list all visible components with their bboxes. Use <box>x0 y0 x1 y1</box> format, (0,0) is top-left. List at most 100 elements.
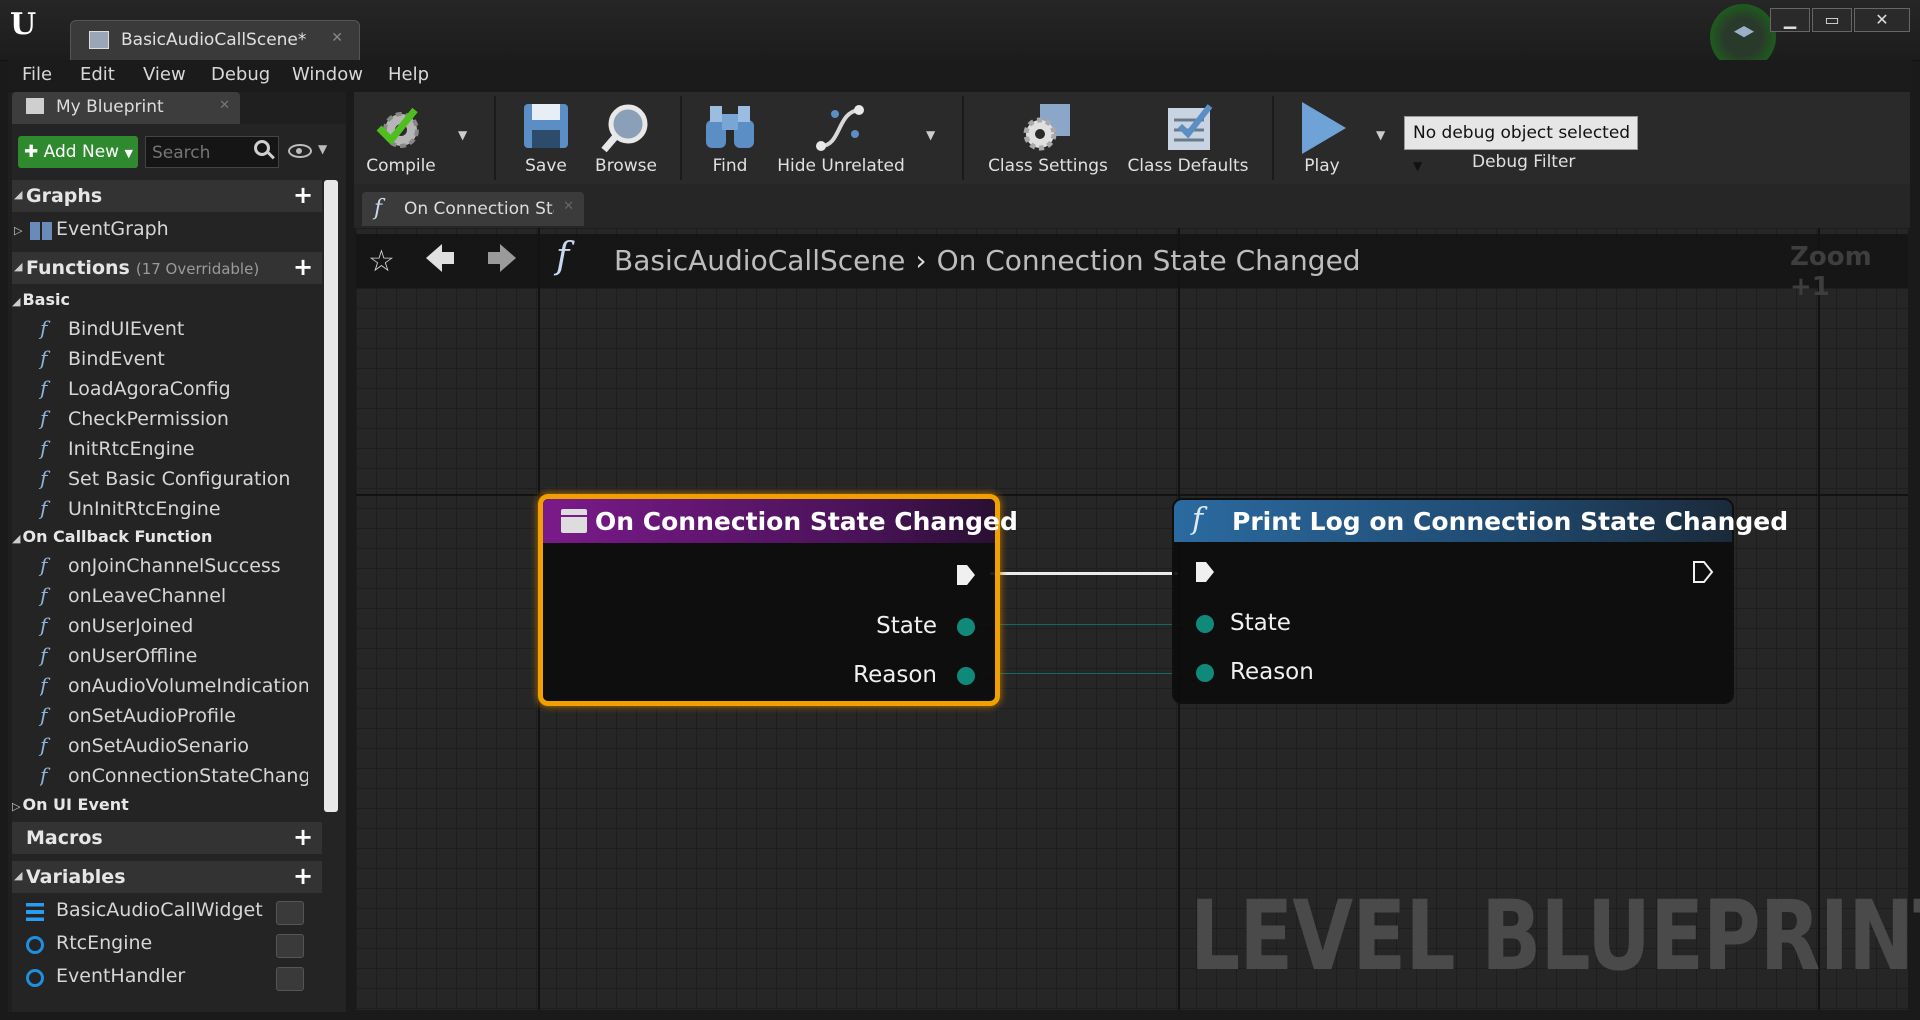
browse-button[interactable]: Browse <box>586 92 666 184</box>
debug-object-select[interactable]: No debug object selected ▼ <box>1404 116 1638 173</box>
function-item-label: onConnectionStateChange <box>68 765 308 787</box>
class-defaults-button[interactable]: Class Defaults <box>1122 92 1254 184</box>
function-item[interactable]: f BindEvent <box>40 346 165 374</box>
panel-scrollbar[interactable] <box>324 180 338 812</box>
expand-icon[interactable]: ▷ <box>14 224 22 237</box>
function-item[interactable]: f onSetAudioSenario <box>40 733 249 761</box>
tree-item-eventgraph[interactable]: ▷ EventGraph <box>12 218 302 246</box>
menu-debug[interactable]: Debug <box>211 64 270 85</box>
object-variable-icon <box>26 936 44 954</box>
reason-wire[interactable] <box>980 673 1180 674</box>
function-item[interactable]: f BindUIEvent <box>40 316 184 344</box>
exec-out-pin-icon[interactable] <box>955 563 977 587</box>
hide-unrelated-dropdown[interactable]: ▼ <box>926 128 935 142</box>
function-item[interactable]: f LoadAgoraConfig <box>40 376 231 404</box>
add-new-button[interactable]: ✚ Add New ▼ <box>18 136 138 168</box>
back-arrow-icon[interactable] <box>424 240 456 276</box>
menu-help[interactable]: Help <box>388 64 429 85</box>
eye-icon[interactable] <box>288 144 312 158</box>
forward-arrow-icon[interactable] <box>486 240 518 276</box>
add-graph-button[interactable]: + <box>290 183 316 208</box>
state-output-pin[interactable] <box>957 618 975 636</box>
visibility-toggle[interactable] <box>276 934 304 958</box>
function-item[interactable]: f InitRtcEngine <box>40 436 195 464</box>
save-button[interactable]: Save <box>506 92 586 184</box>
document-tab[interactable]: BasicAudioCallScene* ✕ <box>70 20 360 60</box>
function-item[interactable]: f onJoinChannelSuccess <box>40 553 281 581</box>
function-item[interactable]: f onConnectionStateChange <box>40 763 308 791</box>
function-item[interactable]: f onUserOffline <box>40 643 197 671</box>
function-item[interactable]: f Set Basic Configuration <box>40 466 290 494</box>
exec-out-pin-icon[interactable] <box>1692 560 1714 584</box>
class-settings-button[interactable]: Class Settings <box>980 92 1116 184</box>
pin-label-reason: Reason <box>853 662 937 688</box>
compile-button[interactable]: Compile <box>356 92 446 184</box>
macros-section-header[interactable]: Macros + <box>12 822 322 854</box>
visibility-toggle[interactable] <box>276 901 304 925</box>
play-options-dropdown[interactable]: ▼ <box>1376 128 1385 142</box>
function-item[interactable]: f onAudioVolumeIndicationC <box>40 673 308 701</box>
graph-tab[interactable]: f On Connection Stat ✕ <box>362 192 584 226</box>
collapse-icon[interactable]: ◢ <box>14 260 22 273</box>
collapse-icon[interactable]: ◢ <box>14 188 22 201</box>
exec-wire[interactable] <box>990 572 1178 575</box>
variable-item[interactable]: BasicAudioCallWidget <box>24 899 314 927</box>
close-tab-icon[interactable]: ✕ <box>563 199 574 214</box>
functions-section-header[interactable]: ◢ Functions (17 Overridable) + <box>12 252 322 284</box>
function-item-label: InitRtcEngine <box>68 438 195 460</box>
bookmark-star-icon[interactable]: ☆ <box>368 244 395 279</box>
my-blueprint-tab[interactable]: My Blueprint ✕ <box>12 92 240 124</box>
close-window-button[interactable]: ✕ <box>1854 8 1910 32</box>
event-node-on-connection-state-changed[interactable]: On Connection State Changed State Reason <box>538 494 1018 706</box>
function-item[interactable]: f CheckPermission <box>40 406 229 434</box>
function-item[interactable]: f onSetAudioProfile <box>40 703 236 731</box>
variables-section-header[interactable]: ◢ Variables + <box>12 861 322 893</box>
graphs-section-header[interactable]: ◢ Graphs + <box>12 180 322 212</box>
search-input[interactable] <box>150 140 254 166</box>
close-tab-icon[interactable]: ✕ <box>219 98 230 113</box>
exec-in-pin-icon[interactable] <box>1194 560 1216 584</box>
category-on-ui-event[interactable]: ▷ On UI Event <box>12 795 129 814</box>
hide-unrelated-button[interactable]: Hide Unrelated <box>776 92 906 184</box>
function-node-header[interactable]: f Print Log on Connection State Changed <box>1174 500 1788 542</box>
function-item[interactable]: f onLeaveChannel <box>40 583 226 611</box>
category-on-callback-function[interactable]: ◢ On Callback Function <box>12 527 212 546</box>
menu-file[interactable]: File <box>22 64 52 85</box>
state-wire[interactable] <box>980 624 1180 625</box>
search-icon[interactable] <box>254 140 270 156</box>
menu-view[interactable]: View <box>143 64 186 85</box>
variable-item[interactable]: EventHandler <box>24 965 314 993</box>
zoom-level: Zoom +1 <box>1790 242 1872 302</box>
add-variable-button[interactable]: + <box>290 864 316 889</box>
close-tab-icon[interactable]: ✕ <box>331 30 343 46</box>
collapse-icon[interactable]: ◢ <box>14 869 22 882</box>
compile-options-dropdown[interactable]: ▼ <box>458 128 467 142</box>
function-item-label: onJoinChannelSuccess <box>68 555 281 577</box>
event-node-header[interactable]: On Connection State Changed <box>543 499 1018 543</box>
breadcrumb-item[interactable]: BasicAudioCallScene <box>614 244 905 277</box>
state-input-pin[interactable] <box>1196 615 1214 633</box>
add-function-button[interactable]: + <box>290 255 316 280</box>
function-node-print-log[interactable]: f Print Log on Connection State Changed … <box>1172 498 1788 704</box>
breadcrumb-item[interactable]: On Connection State Changed <box>937 244 1361 277</box>
chevron-down-icon[interactable]: ▼ <box>318 142 327 156</box>
reason-output-pin[interactable] <box>957 667 975 685</box>
menu-edit[interactable]: Edit <box>80 64 115 85</box>
reason-input-pin[interactable] <box>1196 664 1214 682</box>
visibility-toggle[interactable] <box>276 967 304 991</box>
function-icon: f <box>40 316 48 340</box>
function-icon: f <box>40 763 48 787</box>
chevron-down-icon: ▼ <box>124 147 133 160</box>
event-graph-icon <box>30 222 52 240</box>
menu-window[interactable]: Window <box>292 64 363 85</box>
function-item[interactable]: f UnInitRtcEngine <box>40 496 221 524</box>
minimize-button[interactable]: ▁ <box>1770 8 1810 32</box>
maximize-button[interactable]: ▭ <box>1812 8 1852 32</box>
play-button[interactable]: Play <box>1286 92 1358 184</box>
find-button[interactable]: Find <box>690 92 770 184</box>
variable-item[interactable]: RtcEngine <box>24 932 314 960</box>
function-item[interactable]: f onUserJoined <box>40 613 193 641</box>
category-basic[interactable]: ◢ Basic <box>12 290 70 309</box>
pin-label-state: State <box>1230 610 1291 636</box>
add-macro-button[interactable]: + <box>290 825 316 850</box>
